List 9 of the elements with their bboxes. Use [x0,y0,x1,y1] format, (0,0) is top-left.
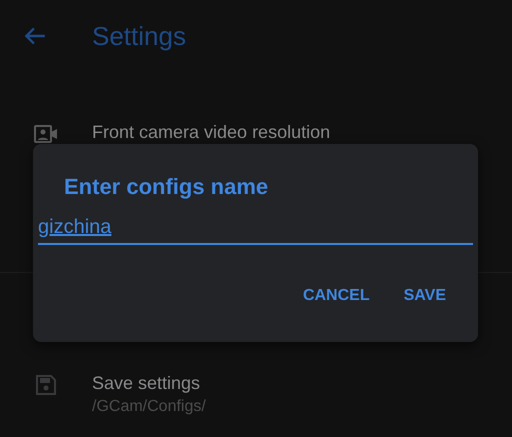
dialog-title: Enter configs name [64,174,268,200]
save-button[interactable]: SAVE [394,281,456,311]
cancel-button[interactable]: CANCEL [292,281,380,311]
setting-subtitle: /GCam/Configs/ [92,398,206,416]
video-camera-icon [34,122,58,146]
name-input-field[interactable]: gizchina [38,216,473,245]
setting-title: Save settings [92,373,202,394]
setting-title: Front camera video resolution [92,122,330,143]
page-title: Settings [92,20,186,52]
